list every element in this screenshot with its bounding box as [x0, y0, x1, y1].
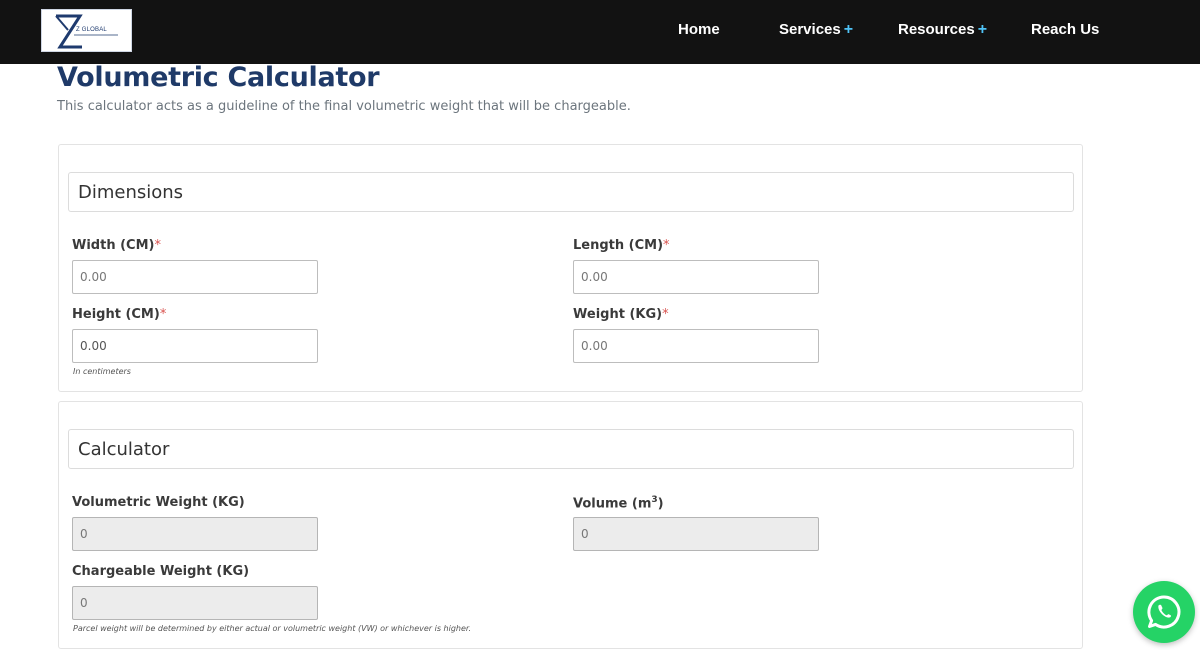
height-label-text: Height (CM): [72, 307, 160, 322]
nav-home[interactable]: Home: [678, 21, 720, 38]
volumetric-weight-label: Volumetric Weight (KG): [72, 495, 245, 510]
required-mark: *: [154, 238, 161, 253]
logo-text: Z GLOBAL: [76, 27, 107, 33]
nav-home-label: Home: [678, 21, 720, 38]
height-label: Height (CM)*: [72, 307, 166, 322]
volume-output[interactable]: [573, 517, 819, 551]
dimensions-heading: Dimensions: [78, 182, 184, 203]
weight-label: Weight (KG)*: [573, 307, 669, 322]
whatsapp-button[interactable]: [1133, 581, 1195, 643]
weight-input[interactable]: [573, 329, 819, 363]
volume-label: Volume (m3): [573, 495, 664, 511]
dimensions-section-header: Dimensions: [68, 172, 1074, 212]
page-subtitle: This calculator acts as a guideline of t…: [57, 99, 631, 114]
required-mark: *: [662, 307, 669, 322]
nav-resources-label: Resources: [898, 21, 975, 38]
company-logo[interactable]: Z GLOBAL: [41, 9, 132, 52]
nav-services-label: Services: [779, 21, 841, 38]
plus-icon: +: [843, 21, 854, 38]
length-label: Length (CM)*: [573, 238, 670, 253]
whatsapp-icon: [1147, 595, 1181, 629]
weight-label-text: Weight (KG): [573, 307, 663, 322]
nav-services[interactable]: Services +: [779, 21, 853, 39]
calculator-section-header: Calculator: [68, 429, 1074, 469]
length-input[interactable]: [573, 260, 819, 294]
top-navbar: Z GLOBAL Home Services + Resources + Reach…: [0, 0, 1200, 64]
calculator-heading: Calculator: [78, 439, 170, 460]
nav-reach-us-label: Reach Us: [1031, 21, 1100, 38]
volume-label-text: Volume (m: [573, 496, 652, 512]
calculator-card: Calculator Volumetric Weight (KG) Volume…: [58, 401, 1083, 649]
required-mark: *: [159, 307, 167, 322]
width-label: Width (CM)*: [72, 238, 161, 253]
required-mark: *: [663, 238, 670, 253]
dimensions-card: Dimensions Width (CM)* Length (CM)* Heig…: [58, 144, 1083, 392]
nav-resources[interactable]: Resources +: [898, 21, 987, 39]
plus-icon: +: [977, 21, 988, 38]
height-input[interactable]: [72, 329, 318, 363]
nav-reach-us[interactable]: Reach Us: [1031, 21, 1099, 38]
width-input[interactable]: [72, 260, 318, 294]
volume-label-close: ): [657, 496, 664, 512]
chargeable-weight-output[interactable]: [72, 586, 318, 620]
width-label-text: Width (CM): [72, 238, 155, 253]
chargeable-note: Parcel weight will be determined by eith…: [73, 624, 471, 633]
chargeable-weight-label: Chargeable Weight (KG): [72, 564, 250, 579]
volumetric-weight-output[interactable]: [72, 517, 318, 551]
page-title: Volumetric Calculator: [57, 62, 380, 93]
height-help-text: In centimeters: [73, 367, 131, 376]
length-label-text: Length (CM): [573, 238, 664, 253]
